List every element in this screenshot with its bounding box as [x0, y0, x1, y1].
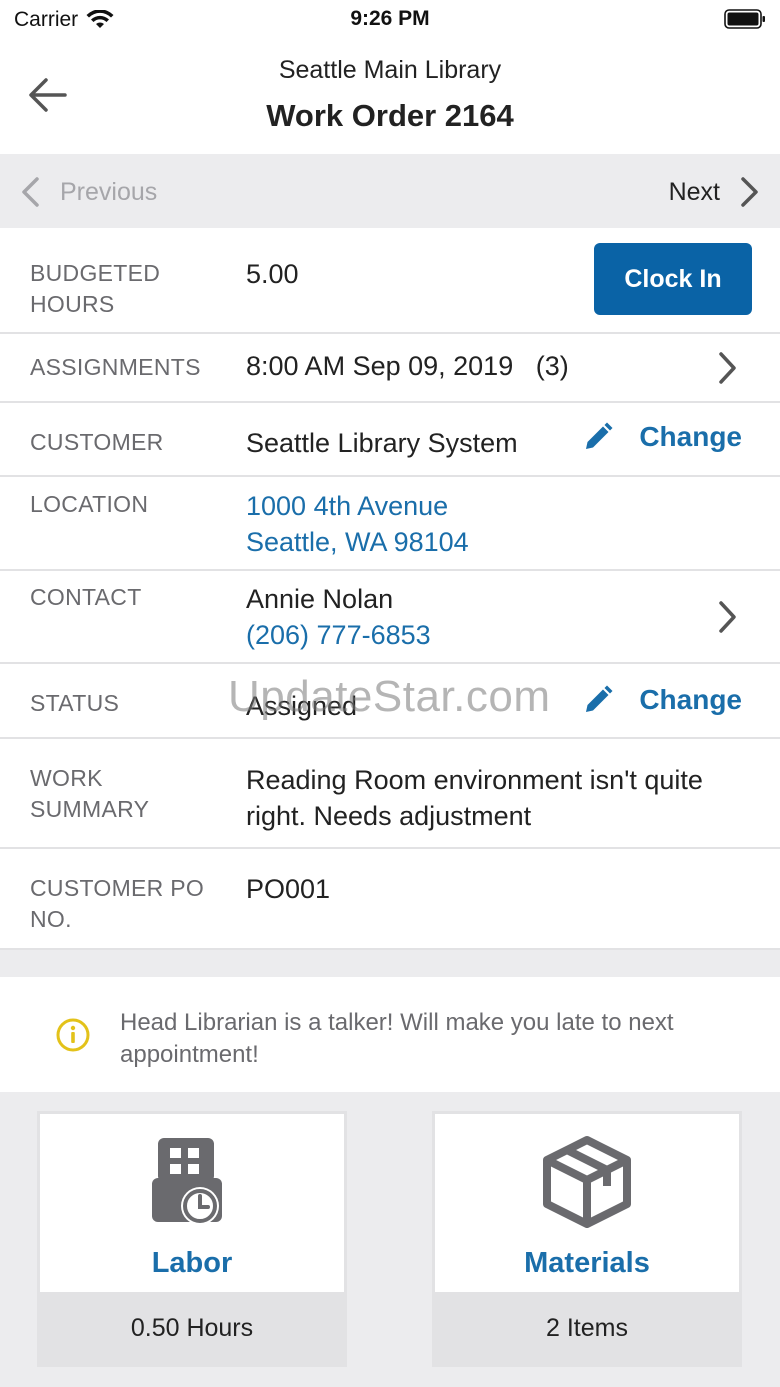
assignment-date: 8:00 AM Sep 09, 2019 [246, 351, 514, 381]
work-summary-value: Reading Room environment isn't quite rig… [246, 765, 703, 831]
previous-button[interactable]: Previous [20, 172, 157, 212]
address-line-1: 1000 4th Avenue [246, 491, 449, 521]
box-icon [543, 1136, 631, 1228]
next-label: Next [668, 177, 720, 206]
location-row: LOCATION 1000 4th Avenue Seattle, WA 981… [0, 477, 780, 571]
materials-title: Materials [524, 1247, 650, 1279]
work-order-note: Head Librarian is a talker! Will make yo… [0, 977, 780, 1092]
customer-po-row: CUSTOMER PO NO. PO001 [0, 849, 780, 950]
clock-in-button[interactable]: Clock In [594, 243, 752, 315]
customer-label: CUSTOMER [30, 429, 164, 455]
chevron-left-icon [22, 177, 39, 207]
chevron-right-icon [741, 177, 758, 207]
budgeted-hours-value: 5.00 [246, 259, 299, 289]
pencil-icon [586, 422, 613, 449]
contact-value: Annie Nolan (206) 777-6853 [246, 581, 431, 653]
customer-value: Seattle Library System [246, 428, 518, 458]
assignments-label: ASSIGNMENTS [30, 354, 201, 380]
change-customer-button[interactable]: Change [583, 421, 742, 453]
work-summary-label: WORK SUMMARY [30, 765, 150, 822]
work-order-details: BUDGETED HOURS 5.00 Clock In ASSIGNMENTS… [0, 228, 780, 950]
status-value: Assigned [246, 691, 358, 721]
assignments-row[interactable]: ASSIGNMENTS 8:00 AM Sep 09, 2019 (3) [0, 334, 780, 403]
status-row: STATUS Assigned Change [0, 664, 780, 739]
location-label: LOCATION [30, 491, 149, 517]
budgeted-hours-label: BUDGETED HOURS [30, 260, 161, 317]
info-icon [56, 1018, 90, 1052]
contact-phone-link[interactable]: (206) 777-6853 [246, 617, 431, 653]
labor-clock-icon [152, 1138, 222, 1225]
status-bar: Carrier 9:26 PM [0, 0, 780, 40]
budgeted-hours-row: BUDGETED HOURS 5.00 Clock In [0, 228, 780, 334]
previous-label: Previous [60, 177, 158, 206]
chevron-right-icon [719, 352, 736, 384]
change-status-label: Change [639, 684, 742, 715]
contact-row[interactable]: CONTACT Annie Nolan (206) 777-6853 [0, 571, 780, 664]
location-address-link[interactable]: 1000 4th Avenue Seattle, WA 98104 [246, 488, 469, 560]
page-subtitle: Seattle Main Library [278, 56, 502, 84]
materials-tile[interactable]: Materials 2 Items [432, 1111, 742, 1367]
change-status-button[interactable]: Change [583, 684, 742, 716]
materials-footer: 2 Items [435, 1292, 739, 1364]
status-label: STATUS [30, 690, 120, 716]
chevron-right-icon [719, 601, 736, 633]
address-line-2: Seattle, WA 98104 [246, 527, 469, 557]
navigation-header: Seattle Main Library Work Order 2164 [0, 40, 780, 154]
page-title: Work Order 2164 [266, 98, 514, 133]
customer-po-value: PO001 [246, 874, 331, 904]
clock-time: 9:26 PM [350, 7, 430, 30]
labor-tile[interactable]: Labor 0.50 Hours [37, 1111, 347, 1367]
next-button[interactable]: Next [669, 172, 760, 212]
contact-name: Annie Nolan [246, 584, 394, 614]
note-text: Head Librarian is a talker! Will make yo… [120, 1009, 674, 1068]
labor-footer: 0.50 Hours [40, 1292, 344, 1364]
pencil-icon [586, 685, 613, 712]
contact-label: CONTACT [30, 584, 142, 610]
battery-icon [724, 9, 765, 29]
assignment-count: (3) [535, 351, 569, 381]
assignments-value: 8:00 AM Sep 09, 2019 (3) [246, 348, 569, 384]
customer-row: CUSTOMER Seattle Library System Change [0, 403, 780, 477]
customer-po-label: CUSTOMER PO NO. [30, 875, 205, 932]
labor-title: Labor [151, 1247, 233, 1279]
change-customer-label: Change [639, 421, 742, 452]
record-pager: Previous Next [0, 154, 780, 228]
work-summary-row: WORK SUMMARY Reading Room environment is… [0, 739, 780, 849]
